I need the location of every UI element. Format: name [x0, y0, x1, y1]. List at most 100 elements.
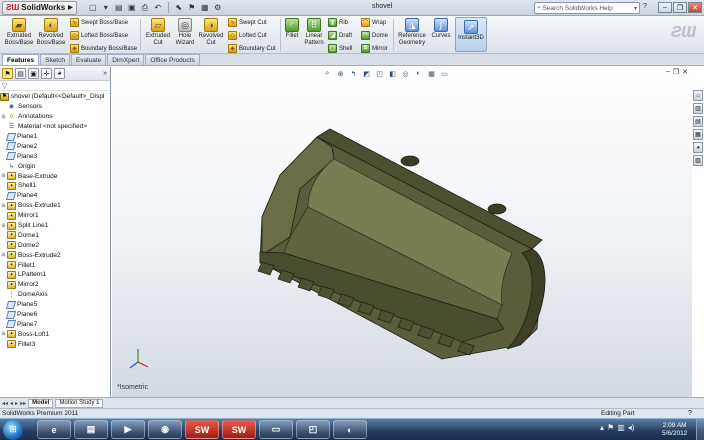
- extruded-boss-button[interactable]: ▰ Extruded Boss/Base: [3, 18, 35, 47]
- last-tab-arrow-icon[interactable]: ▸▸: [20, 400, 26, 407]
- tree-item-boss-loft1[interactable]: ⊞ ▪ Boss-Loft1: [0, 329, 110, 339]
- tab-model[interactable]: Model: [28, 398, 54, 408]
- linear-pattern-button[interactable]: ⠿ Linear Pattern: [302, 18, 326, 47]
- property-manager-tab-icon[interactable]: ▤: [15, 68, 26, 79]
- tree-item-boss-extrude2[interactable]: ⊞ ▪ Boss-Extrude2: [0, 250, 110, 260]
- tree-item-fillet3[interactable]: ▪ Fillet3: [0, 339, 110, 349]
- taskbar-explorer-icon[interactable]: ▤: [74, 420, 108, 439]
- tab-motion-study[interactable]: Motion Study 1: [55, 398, 104, 408]
- help-icon[interactable]: ?: [643, 3, 653, 13]
- shell-button[interactable]: ▢ Shell: [328, 44, 352, 53]
- expand-icon[interactable]: ⊞: [0, 252, 7, 258]
- tree-item-plane3[interactable]: Plane3: [0, 151, 110, 161]
- tree-filter[interactable]: ▽: [0, 81, 110, 91]
- swept-boss-button[interactable]: ∿ Swept Boss/Base: [70, 18, 128, 27]
- rib-button[interactable]: ▮ Rib: [328, 18, 348, 27]
- first-tab-arrow-icon[interactable]: ◂◂: [2, 400, 8, 407]
- expand-icon[interactable]: ⊞: [0, 114, 7, 120]
- undo-icon[interactable]: ↶: [152, 2, 164, 14]
- taskbar-window-icon[interactable]: ▭: [259, 420, 293, 439]
- graphics-area[interactable]: ⌕ ⊕ ↰ ◩ ◰ ◧ ◎ ◐ ▦ ▭ – ❐ ✕ *Isometric: [112, 67, 692, 397]
- start-button[interactable]: ⊞: [3, 419, 23, 440]
- tree-item-sensors[interactable]: ◉ Sensors: [0, 102, 110, 112]
- design-library-icon[interactable]: ▥: [693, 103, 703, 114]
- custom-properties-icon[interactable]: ▧: [693, 155, 703, 166]
- tree-item-lpattern1[interactable]: ▪ LPattern1: [0, 270, 110, 280]
- tree-item-material-not-specified[interactable]: ☰ Material <not specified>: [0, 122, 110, 132]
- tree-item-dome1[interactable]: ▪ Dome1: [0, 230, 110, 240]
- select-arrow-icon[interactable]: ⬉: [173, 2, 185, 14]
- taskbar-ie-icon[interactable]: e: [37, 420, 71, 439]
- expand-icon[interactable]: ⊞: [0, 331, 7, 337]
- taskbar-chrome-icon[interactable]: ◉: [148, 420, 182, 439]
- dome-button[interactable]: ◠ Dome: [361, 31, 388, 40]
- tree-item-plane2[interactable]: Plane2: [0, 141, 110, 151]
- tray-flag-icon[interactable]: ⚑: [607, 423, 614, 432]
- shovel-model[interactable]: [112, 67, 692, 397]
- tab-evaluate[interactable]: Evaluate: [70, 54, 107, 65]
- lofted-boss-button[interactable]: ◇ Lofted Boss/Base: [70, 31, 128, 40]
- extruded-cut-button[interactable]: ▱ Extruded Cut: [143, 18, 173, 47]
- tree-item-plane6[interactable]: Plane6: [0, 310, 110, 320]
- taskbar-clock[interactable]: 2:09 AM 5/6/2012: [662, 422, 687, 438]
- tree-item-plane7[interactable]: Plane7: [0, 319, 110, 329]
- tree-item-plane5[interactable]: Plane5: [0, 300, 110, 310]
- minimize-button[interactable]: –: [658, 2, 672, 13]
- more-tabs-icon[interactable]: »: [103, 70, 107, 77]
- expand-icon[interactable]: ⊞: [0, 173, 7, 179]
- file-explorer-icon[interactable]: ▤: [693, 116, 703, 127]
- fillet-button[interactable]: ◜ Fillet: [283, 18, 301, 40]
- solidworks-menu-button[interactable]: ƧƜ SolidWorks ▶: [2, 0, 77, 15]
- print-icon[interactable]: ⎙: [139, 2, 151, 14]
- instant3d-button[interactable]: ➚ Instant3D: [455, 17, 487, 52]
- file-properties-icon[interactable]: ▦: [199, 2, 211, 14]
- new-document-icon[interactable]: ▢: [87, 2, 99, 14]
- restore-button[interactable]: ❐: [673, 2, 687, 13]
- tree-item-mirror2[interactable]: ▪ Mirror2: [0, 280, 110, 290]
- tree-item-boss-extrude1[interactable]: ⊞ ▪ Boss-Extrude1: [0, 201, 110, 211]
- taskbar-media-icon[interactable]: ▶: [111, 420, 145, 439]
- boundary-boss-button[interactable]: ◈ Boundary Boss/Base: [70, 44, 137, 53]
- expand-icon[interactable]: ⊞: [0, 203, 7, 209]
- tree-item-dome2[interactable]: ▪ Dome2: [0, 240, 110, 250]
- options-icon[interactable]: ⚙: [212, 2, 224, 14]
- tray-volume-icon[interactable]: ◂): [628, 423, 635, 432]
- lofted-cut-button[interactable]: ◇ Lofted Cut: [228, 31, 267, 40]
- close-button[interactable]: ✕: [688, 2, 702, 13]
- tree-item-split-line1[interactable]: ⊞ ▪ Split Line1: [0, 221, 110, 231]
- next-tab-arrow-icon[interactable]: ▸: [15, 400, 18, 407]
- tree-item-shell1[interactable]: ▪ Shell1: [0, 181, 110, 191]
- revolved-cut-button[interactable]: ◑ Revolved Cut: [197, 18, 225, 47]
- tree-item-annotations[interactable]: ⊞ A Annotations: [0, 112, 110, 122]
- prev-tab-arrow-icon[interactable]: ◂: [10, 400, 13, 407]
- tree-item-base-extrude[interactable]: ⊞ ▪ Base-Extrude: [0, 171, 110, 181]
- solidworks-resources-icon[interactable]: ⌂: [693, 90, 703, 101]
- tree-item-plane4[interactable]: Plane4: [0, 191, 110, 201]
- tree-item-domeaxis[interactable]: ⋮ DomeAxis: [0, 290, 110, 300]
- tab-features[interactable]: Features: [2, 54, 40, 65]
- taskbar-screen-icon[interactable]: ◰: [296, 420, 330, 439]
- tray-expand-icon[interactable]: ▴: [600, 423, 604, 432]
- feature-manager-tab-icon[interactable]: ⚑: [2, 68, 13, 79]
- tree-item-origin[interactable]: ↳ Origin: [0, 161, 110, 171]
- open-folder-icon[interactable]: ▤: [113, 2, 125, 14]
- tree-root-shovel[interactable]: ⚑ shovel (Default<<Default>_Displ: [0, 92, 110, 102]
- draft-button[interactable]: ◢ Draft: [328, 31, 352, 40]
- curves-button[interactable]: ∫ Curves: [430, 18, 452, 40]
- tab-dimxpert[interactable]: DimXpert: [107, 54, 145, 65]
- dimxpert-manager-tab-icon[interactable]: ✛: [41, 68, 52, 79]
- tree-item-mirror1[interactable]: ▪ Mirror1: [0, 211, 110, 221]
- wrap-button[interactable]: ⌒ Wrap: [361, 18, 386, 27]
- taskbar-solidworks-icon[interactable]: SW: [185, 420, 219, 439]
- expand-icon[interactable]: ⊞: [0, 223, 7, 229]
- configuration-manager-tab-icon[interactable]: ▣: [28, 68, 39, 79]
- reference-geometry-button[interactable]: ◮ Reference Geometry: [396, 18, 428, 47]
- tray-network-icon[interactable]: ▥: [617, 423, 625, 432]
- display-manager-tab-icon[interactable]: ◕: [54, 68, 65, 79]
- hole-wizard-button[interactable]: ◎ Hole Wizard: [172, 18, 198, 47]
- swept-cut-button[interactable]: ∿ Swept Cut: [228, 18, 267, 27]
- revolved-boss-button[interactable]: ◐ Revolved Boss/Base: [35, 18, 67, 47]
- taskbar-app-icon[interactable]: ◐: [333, 420, 367, 439]
- tree-item-plane1[interactable]: Plane1: [0, 132, 110, 142]
- save-icon[interactable]: ▣: [126, 2, 138, 14]
